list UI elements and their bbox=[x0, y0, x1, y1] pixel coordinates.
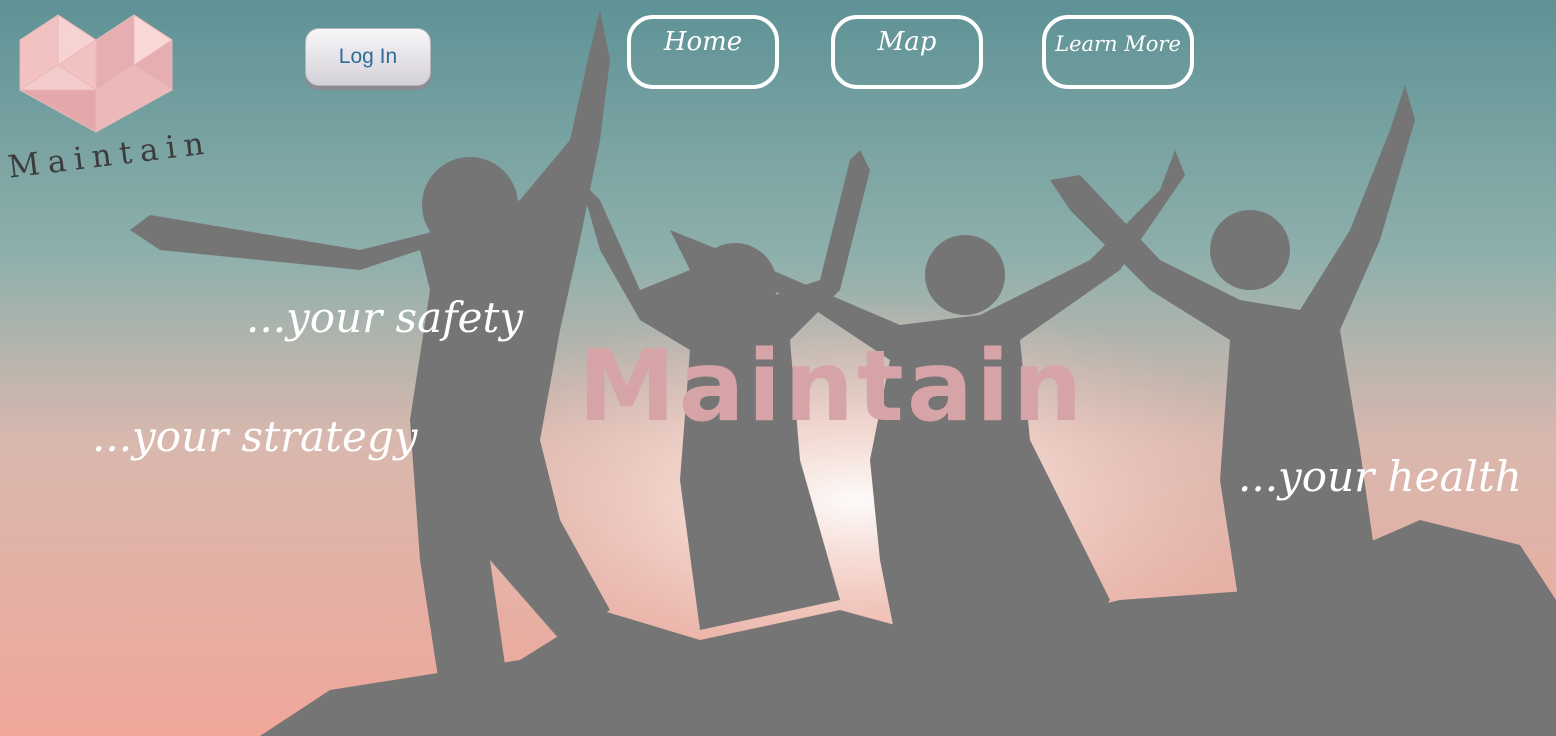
hero-title: Maintain bbox=[578, 330, 1086, 444]
nav-home-button[interactable]: Home bbox=[627, 15, 779, 89]
tagline-health: ...your health bbox=[1238, 452, 1522, 501]
tagline-safety: ...your safety bbox=[246, 293, 524, 342]
nav-map-button[interactable]: Map bbox=[831, 15, 983, 89]
nav-learn-more-button[interactable]: Learn More bbox=[1042, 15, 1194, 89]
tagline-strategy: ...your strategy bbox=[92, 412, 418, 461]
login-button[interactable]: Log In bbox=[305, 28, 431, 86]
